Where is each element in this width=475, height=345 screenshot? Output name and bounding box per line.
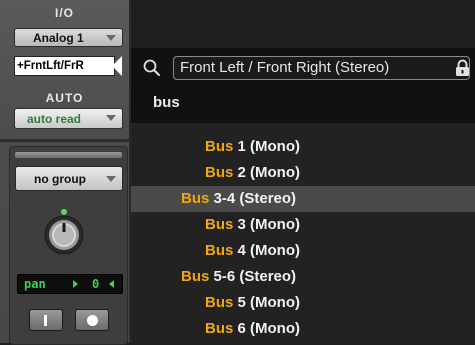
pan-value: 0 <box>92 277 100 291</box>
pan-display[interactable]: pan 0 <box>17 274 123 294</box>
search-icon <box>143 59 160 76</box>
pan-left-arrow-icon <box>109 280 114 288</box>
input-selector-button[interactable]: Analog 1 <box>14 28 123 47</box>
list-item-prefix: Bus <box>205 164 234 181</box>
list-item-prefix: Bus <box>181 268 210 285</box>
list-item-prefix: Bus <box>205 216 234 233</box>
list-item-label: 3 (Mono) <box>233 216 301 233</box>
list-item-label: 5 (Mono) <box>233 294 301 311</box>
group-selector-label: no group <box>34 172 86 186</box>
output-pointer-icon <box>112 56 122 76</box>
list-item[interactable]: Bus 5-6 (Stereo) <box>131 264 475 290</box>
mixer-strip: I/O Analog 1 +FrntLft/FrR AUTO auto read… <box>0 0 131 345</box>
automation-mode-button[interactable]: auto read <box>14 108 123 129</box>
list-item-label: 6 (Mono) <box>233 320 301 337</box>
list-item-label: 1 (Mono) <box>233 138 301 155</box>
list-item-prefix: Bus <box>205 320 234 337</box>
input-monitor-button[interactable] <box>29 309 63 331</box>
list-item[interactable]: Bus 4 (Mono) <box>131 238 475 264</box>
pan-knob-icon[interactable] <box>41 208 87 256</box>
record-enable-button[interactable] <box>75 309 109 331</box>
chevron-down-icon <box>106 115 116 121</box>
list-item[interactable]: Bus 1 (Mono) <box>131 134 475 160</box>
list-item-prefix: Bus <box>181 190 210 207</box>
automation-mode-label: auto read <box>27 112 82 126</box>
list-item-selected[interactable]: Bus 3-4 (Stereo) <box>131 186 475 212</box>
list-item-label: 5-6 (Stereo) <box>209 268 297 285</box>
lock-icon[interactable] <box>455 59 470 77</box>
list-item-prefix: Bus <box>205 138 234 155</box>
top-bar <box>131 0 475 48</box>
record-icon <box>87 315 98 326</box>
list-item-label: 3-4 (Stereo) <box>209 190 297 207</box>
list-item[interactable]: Bus 6 (Mono) <box>131 316 475 342</box>
input-selector-label: Analog 1 <box>33 31 84 45</box>
list-item[interactable]: Bus 5 (Mono) <box>131 290 475 316</box>
list-item-prefix: Bus <box>205 242 234 259</box>
auto-label: AUTO <box>45 91 84 105</box>
list-item[interactable]: Bus 2 (Mono) <box>131 160 475 186</box>
list-item-label: 4 (Mono) <box>233 242 301 259</box>
group-selector-button[interactable]: no group <box>15 166 123 191</box>
io-label: I/O <box>54 6 74 20</box>
list-item[interactable]: Bus 3 (Mono) <box>131 212 475 238</box>
search-query-text[interactable]: bus <box>153 94 180 111</box>
meter-slot <box>15 152 122 158</box>
list-item-prefix: Bus <box>205 294 234 311</box>
strip-divider <box>0 139 129 142</box>
output-path-field[interactable]: Front Left / Front Right (Stereo) <box>173 56 470 80</box>
output-selector-field[interactable]: +FrntLft/FrR <box>14 56 115 76</box>
chevron-down-icon <box>106 35 116 41</box>
chevron-down-icon <box>106 176 116 182</box>
pan-right-arrow-icon <box>73 280 78 288</box>
pan-label: pan <box>24 277 46 291</box>
input-monitor-icon <box>44 315 47 326</box>
list-item-label: 2 (Mono) <box>233 164 301 181</box>
